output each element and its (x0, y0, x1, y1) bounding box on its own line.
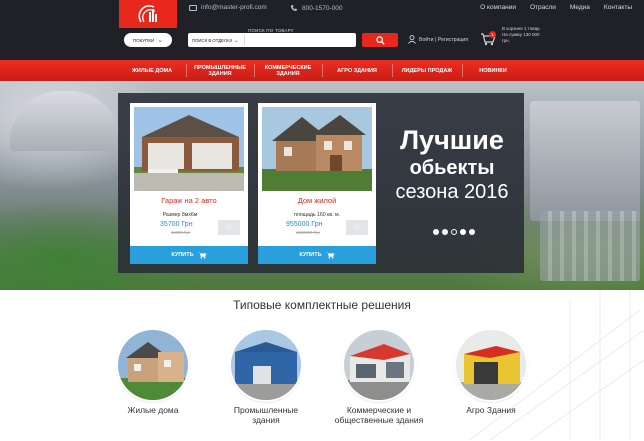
background-parking (540, 211, 640, 281)
solution-residential[interactable]: Жилые дома (108, 330, 198, 415)
nav-item-industrial[interactable]: Промышленные здания (186, 60, 254, 81)
user-icon (408, 35, 416, 44)
search-button[interactable] (362, 33, 398, 47)
star-icon: ☆ (353, 223, 361, 232)
solution-industrial[interactable]: Промышленные здания (221, 330, 311, 425)
main-nav: Жилые дома Промышленные здания Коммерчес… (0, 60, 644, 81)
hero-line-2: обьекты (409, 157, 495, 179)
product-title[interactable]: Гараж на 2 авто (130, 196, 248, 205)
top-nav: О компании Отрасли Медиа Контакты (480, 4, 632, 11)
top-nav-about[interactable]: О компании (480, 4, 516, 11)
logo[interactable] (119, 0, 177, 28)
buy-button[interactable]: КУПИТЬ (130, 246, 248, 264)
favorite-button[interactable]: ☆ (346, 220, 368, 235)
purchases-label: ПОКУПКИ (132, 37, 155, 43)
top-nav-contacts[interactable]: Контакты (604, 4, 632, 11)
product-subtitle: площадь 160 кв. м. (293, 212, 341, 218)
background-building (10, 91, 120, 151)
solution-commercial[interactable]: Коммерческие и общественные здания (334, 330, 424, 425)
nav-item-new[interactable]: Новинки (462, 60, 524, 81)
product-old-price: 45000 Грн (171, 230, 191, 235)
star-icon: ☆ (225, 223, 233, 232)
nav-item-bestsellers[interactable]: Лидеры продаж (392, 60, 462, 81)
top-nav-media[interactable]: Медиа (570, 4, 590, 11)
solution-label[interactable]: Жилые дома (108, 405, 198, 415)
cart-summary: В корзине 1 товар На сумму 130 000 грн. (502, 26, 540, 43)
buy-label: КУПИТЬ (171, 252, 194, 258)
cart-icon (326, 252, 334, 259)
solution-image-industrial (231, 330, 301, 400)
hero-banner: Гараж на 2 авто Размер 8мх6м 35700 Грн 4… (0, 81, 644, 290)
email-contact[interactable]: info@master-profi.com (189, 4, 267, 11)
cart-button[interactable]: 1 (480, 31, 496, 51)
search-icon (375, 35, 385, 45)
favorite-button[interactable]: ☆ (218, 220, 240, 235)
product-image-house (262, 107, 372, 191)
buy-label: КУПИТЬ (299, 252, 322, 258)
search-divider (243, 35, 245, 45)
phone-icon (291, 5, 297, 11)
search-input[interactable]: ПОИСК В ОТДЕЛАХ ⌄ (188, 33, 356, 47)
buy-button[interactable]: КУПИТЬ (258, 246, 376, 264)
product-title[interactable]: Дом жилой (258, 196, 376, 205)
solution-agro[interactable]: Агро Здания (446, 330, 536, 415)
chevron-down-icon: ⌄ (233, 37, 239, 44)
hero-line-3: сезона 2016 (395, 181, 509, 203)
auth-link[interactable]: Войти | Регистрация (408, 35, 468, 44)
email-text[interactable]: info@master-profi.com (201, 4, 267, 11)
cart-count-badge: 1 (489, 31, 496, 38)
solution-image-agro (456, 330, 526, 400)
solutions-title: Типовые комплектные решения (233, 298, 411, 312)
chevron-down-icon: ⌄ (157, 36, 164, 44)
product-slider: Гараж на 2 авто Размер 8мх6м 35700 Грн 4… (118, 93, 524, 273)
search-category-select[interactable]: ПОИСК В ОТДЕЛАХ ⌄ (192, 37, 239, 44)
logo-icon (138, 5, 157, 23)
nav-item-residential[interactable]: Жилые дома (118, 60, 186, 81)
mail-icon (189, 4, 197, 11)
phone-contact[interactable]: 800-1570-000 (290, 4, 342, 12)
top-bar: info@master-profi.com 800-1570-000 О ком… (0, 0, 644, 60)
product-image-garage (134, 107, 244, 191)
product-old-price: 1200000 Грн (296, 230, 321, 235)
phone-text[interactable]: 800-1570-000 (302, 5, 342, 12)
hero-line-1: Лучшие (400, 125, 504, 155)
search-category-label: ПОИСК В ОТДЕЛАХ (192, 37, 233, 43)
slider-dot[interactable] (469, 229, 475, 235)
nav-item-agro[interactable]: Агро здания (322, 60, 392, 81)
slider-dot[interactable] (460, 229, 466, 235)
slider-dot-active[interactable] (451, 229, 457, 235)
product-card[interactable]: Дом жилой площадь 160 кв. м. 955000 Грн … (258, 103, 376, 264)
background-building (530, 101, 640, 221)
product-price: 955000 Грн (286, 221, 323, 228)
hero-headline: Лучшие обьекты сезона 2016 (386, 125, 518, 204)
purchases-dropdown[interactable]: ПОКУПКИ ⌄ (124, 33, 172, 47)
auth-text: Войти | Регистрация (419, 36, 469, 43)
slider-dot[interactable] (433, 229, 439, 235)
product-price: 35700 Грн (160, 221, 193, 228)
solution-image-residential (118, 330, 188, 400)
solution-label[interactable]: Коммерческие и общественные здания (334, 405, 424, 425)
top-nav-industries[interactable]: Отрасли (530, 4, 556, 11)
solution-image-commercial (344, 330, 414, 400)
slider-dot[interactable] (442, 229, 448, 235)
product-card[interactable]: Гараж на 2 авто Размер 8мх6м 35700 Грн 4… (130, 103, 248, 264)
cart-icon (198, 252, 206, 259)
solution-label[interactable]: Агро Здания (446, 405, 536, 415)
nav-item-commercial[interactable]: Коммерческие здания (254, 60, 322, 81)
solution-label[interactable]: Промышленные здания (221, 405, 311, 425)
slider-pagination (433, 229, 475, 235)
product-subtitle: Размер 8мх6м (162, 212, 198, 218)
